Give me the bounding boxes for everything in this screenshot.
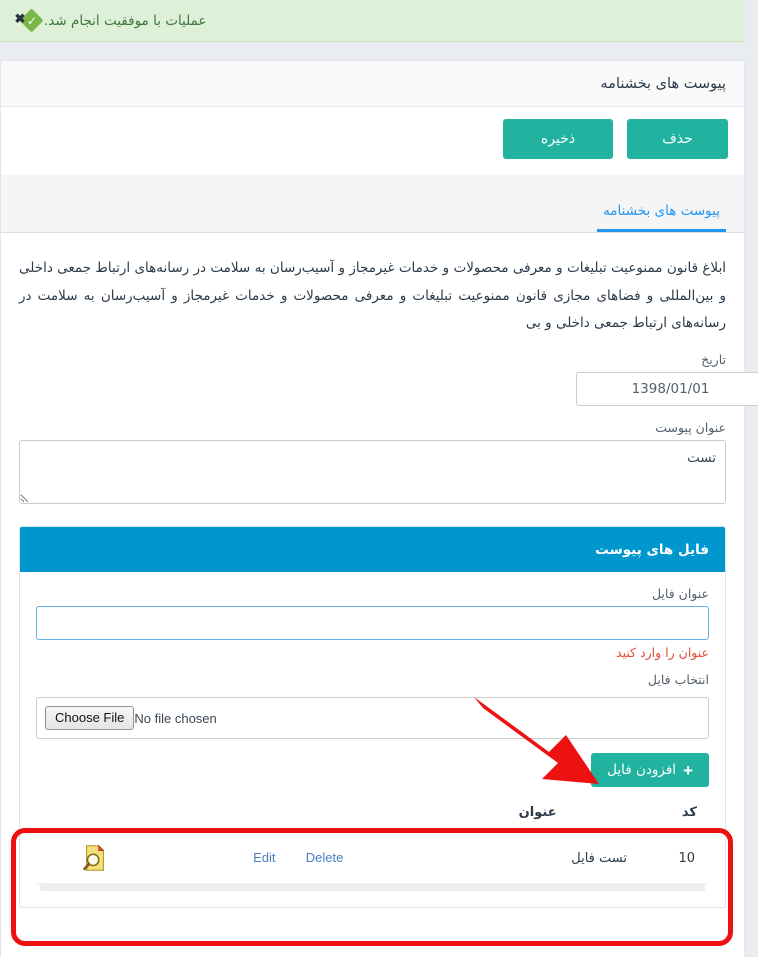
plus-icon: + — [683, 760, 693, 780]
files-table: کد عنوان 10 تست فایل Edit Delete — [36, 797, 709, 885]
file-title-label: عنوان فایل — [651, 586, 709, 602]
add-file-row: افزودن فایل + — [36, 753, 709, 788]
attachment-title-label: عنوان پیوست — [655, 420, 726, 436]
delete-link[interactable]: Delete — [306, 850, 344, 865]
add-file-button[interactable]: افزودن فایل + — [591, 753, 709, 788]
action-toolbar: حذف ذخیره — [1, 107, 744, 169]
column-header-title: عنوان — [442, 797, 633, 834]
form-body: ابلاغ قانون ممنوعیت تبلیغات و معرفی محصو… — [1, 233, 758, 909]
date-label: تاریخ — [701, 352, 726, 368]
save-button[interactable]: ذخیره — [503, 119, 613, 159]
date-input[interactable] — [576, 372, 758, 407]
description-text: ابلاغ قانون ممنوعیت تبلیغات و معرفی محصو… — [19, 260, 726, 332]
close-icon[interactable]: ✖ — [10, 9, 30, 29]
tab-bar: پیوست های بخشنامه — [1, 175, 744, 233]
table-footer-divider — [40, 884, 705, 892]
cell-icon — [36, 832, 155, 885]
page-title: پیوست های بخشنامه — [600, 75, 726, 92]
attachment-title-block: عنوان پیوست تست — [19, 420, 726, 508]
delete-button[interactable]: حذف — [627, 119, 728, 159]
content-card: پیوست های بخشنامه حذف ذخیره پیوست های بخ… — [0, 60, 758, 957]
table-header-row: کد عنوان — [36, 797, 709, 834]
cell-title: تست فایل — [442, 832, 633, 885]
column-header-code: کد — [633, 797, 709, 834]
add-file-label: افزودن فایل — [607, 762, 677, 779]
choose-file-button[interactable]: Choose File — [45, 705, 135, 731]
attachment-title-textarea[interactable]: تست — [19, 440, 726, 505]
panel-header: فایل های پیوست — [20, 527, 725, 573]
cell-code: 10 — [633, 832, 709, 885]
file-input[interactable]: Choose File No file chosen — [36, 697, 709, 740]
panel-title: فایل های پیوست — [595, 541, 709, 558]
column-header-icon — [36, 797, 155, 834]
tab-circular-attachments[interactable]: پیوست های بخشنامه — [597, 203, 726, 232]
column-header-actions — [154, 797, 443, 834]
file-title-error: عنوان را وارد کنید — [616, 645, 709, 661]
file-title-input[interactable] — [36, 606, 709, 641]
page-header: پیوست های بخشنامه — [1, 61, 744, 107]
panel-body: عنوان فایل عنوان را وارد کنید انتخاب فای… — [20, 572, 725, 907]
date-row: تاریخ — [19, 352, 758, 407]
document-preview-icon[interactable] — [80, 843, 110, 873]
page-root: ✓ عملیات با موفقیت انجام شد. ✖ پیوست های… — [0, 0, 758, 957]
file-status-text: No file chosen — [134, 710, 217, 726]
cell-actions: Edit Delete — [154, 832, 443, 885]
table-row: 10 تست فایل Edit Delete — [36, 832, 709, 885]
attached-files-panel: فایل های پیوست عنوان فایل عنوان را وارد … — [19, 526, 726, 909]
success-alert: ✓ عملیات با موفقیت انجام شد. ✖ — [0, 0, 745, 42]
date-input-group — [576, 372, 758, 407]
edit-link[interactable]: Edit — [253, 850, 275, 865]
file-select-label: انتخاب فایل — [647, 672, 709, 688]
success-alert-text: عملیات با موفقیت انجام شد. — [44, 12, 207, 29]
